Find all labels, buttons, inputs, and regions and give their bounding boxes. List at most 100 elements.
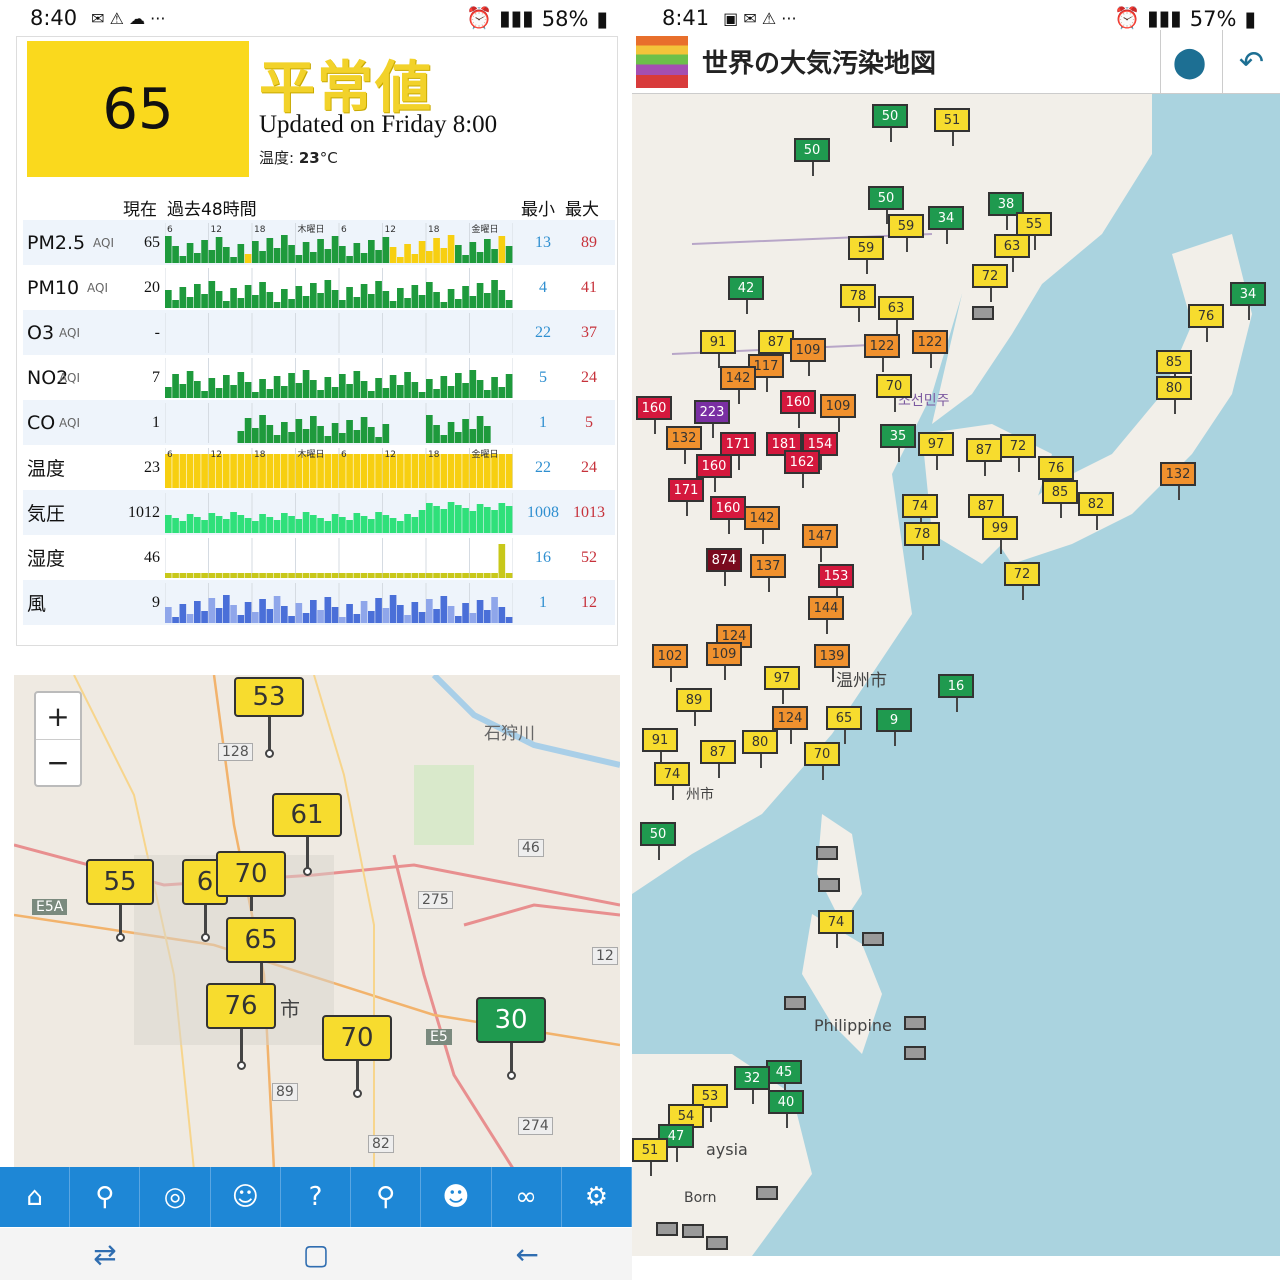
map-station-flag[interactable]: 153: [818, 564, 854, 602]
map-station-flag[interactable]: 59: [888, 214, 924, 252]
map-station-flag[interactable]: 109: [820, 394, 856, 432]
map-station-flag[interactable]: 144: [808, 596, 844, 634]
map-station-flag[interactable]: 9: [876, 708, 912, 746]
map-station-flag[interactable]: 87: [968, 494, 1004, 532]
world-air-map[interactable]: 温州市 Philippine aysia Born 조선민주 州市 50 51 50…: [632, 94, 1280, 1256]
zoom-in-button[interactable]: +: [36, 693, 80, 739]
map-station-flag[interactable]: 87: [966, 438, 1002, 476]
map-station-flag[interactable]: 76: [1038, 456, 1074, 494]
map-station-flag[interactable]: 45: [766, 1060, 802, 1098]
map-station-flag[interactable]: 74: [654, 762, 690, 800]
home-icon[interactable]: ⌂: [0, 1167, 71, 1227]
map-pin-icon[interactable]: ⚲: [70, 1167, 141, 1227]
map-station-flag[interactable]: 63: [994, 234, 1030, 272]
map-station-flag[interactable]: 89: [676, 688, 712, 726]
map-station-flag[interactable]: 85: [1042, 480, 1078, 518]
map-station-flag[interactable]: 122: [912, 330, 948, 368]
map-station-flag-unavailable[interactable]: [656, 1222, 678, 1236]
map-station-pin[interactable]: 70: [216, 851, 286, 911]
map-station-flag[interactable]: 80: [1156, 376, 1192, 414]
map-station-flag[interactable]: 87: [700, 740, 736, 778]
map-station-flag[interactable]: 70: [876, 374, 912, 412]
map-station-flag[interactable]: 142: [744, 506, 780, 544]
map-station-flag[interactable]: 122: [864, 334, 900, 372]
map-station-flag-unavailable[interactable]: [862, 932, 884, 946]
link-icon[interactable]: ∞: [492, 1167, 562, 1227]
mask-icon[interactable]: ☺: [211, 1167, 281, 1227]
map-station-flag[interactable]: 171: [668, 478, 704, 516]
map-station-flag[interactable]: 142: [720, 366, 756, 404]
map-station-flag[interactable]: 51: [632, 1138, 668, 1176]
map-station-flag[interactable]: 97: [764, 666, 800, 704]
map-station-flag[interactable]: 34: [928, 206, 964, 244]
map-station-flag-unavailable[interactable]: [818, 878, 840, 892]
map-station-flag[interactable]: 139: [814, 644, 850, 682]
map-station-flag[interactable]: 70: [804, 742, 840, 780]
search-icon[interactable]: ⚲: [351, 1167, 422, 1227]
map-station-pin[interactable]: 53: [234, 677, 304, 758]
map-station-flag[interactable]: 160: [696, 454, 732, 492]
map-station-flag[interactable]: 74: [902, 494, 938, 532]
map-station-flag[interactable]: 85: [1156, 350, 1192, 388]
globe-icon[interactable]: ◎: [140, 1167, 211, 1227]
map-station-flag[interactable]: 124: [772, 706, 808, 744]
map-station-flag[interactable]: 32: [734, 1066, 770, 1104]
map-station-flag[interactable]: 65: [826, 706, 862, 744]
person-chat-icon[interactable]: ☻: [421, 1167, 492, 1227]
map-station-flag[interactable]: 137: [750, 554, 786, 592]
map-station-flag[interactable]: 72: [1000, 434, 1036, 472]
map-station-flag[interactable]: 87: [758, 330, 794, 368]
map-station-flag[interactable]: 91: [642, 728, 678, 766]
map-station-pin[interactable]: 76: [206, 983, 276, 1070]
map-station-flag[interactable]: 76: [1188, 304, 1224, 342]
map-station-flag[interactable]: 223: [694, 400, 730, 438]
map-station-flag[interactable]: 109: [790, 338, 826, 376]
map-station-flag[interactable]: 78: [904, 522, 940, 560]
map-station-flag[interactable]: 80: [742, 730, 778, 768]
map-station-flag[interactable]: 42: [728, 276, 764, 314]
back-arrow-icon[interactable]: ↶: [1222, 30, 1280, 94]
map-station-flag-unavailable[interactable]: [816, 846, 838, 860]
zoom-out-button[interactable]: −: [36, 739, 80, 785]
map-station-flag[interactable]: 171: [720, 432, 756, 470]
map-station-flag[interactable]: 109: [706, 642, 742, 680]
local-map[interactable]: + − 石狩川 128 46 275 12 89 82 274 E5 E5A 市…: [14, 675, 620, 1170]
map-station-flag[interactable]: 102: [652, 644, 688, 682]
map-station-flag[interactable]: 74: [818, 910, 854, 948]
map-station-flag-unavailable[interactable]: [904, 1046, 926, 1060]
map-station-flag[interactable]: 91: [700, 330, 736, 368]
map-station-flag[interactable]: 50: [640, 822, 676, 860]
map-station-flag[interactable]: 35: [880, 424, 916, 462]
map-station-flag[interactable]: 16: [938, 674, 974, 712]
map-station-pin[interactable]: 30: [476, 997, 546, 1080]
map-station-flag[interactable]: 162: [784, 450, 820, 488]
home-button-icon[interactable]: ▢: [303, 1238, 329, 1271]
map-station-flag[interactable]: 147: [802, 524, 838, 562]
recent-apps-icon[interactable]: ⇄: [93, 1238, 116, 1271]
map-station-flag[interactable]: 51: [934, 108, 970, 146]
map-station-pin[interactable]: 70: [322, 1015, 392, 1098]
map-station-flag[interactable]: 132: [666, 426, 702, 464]
map-station-flag-unavailable[interactable]: [682, 1224, 704, 1238]
map-station-flag[interactable]: 874: [706, 548, 742, 586]
map-station-flag[interactable]: 59: [848, 236, 884, 274]
map-station-pin[interactable]: 55: [86, 859, 154, 942]
map-station-flag[interactable]: 50: [794, 138, 830, 176]
map-station-flag[interactable]: 160: [780, 390, 816, 428]
map-station-flag[interactable]: 40: [768, 1090, 804, 1128]
map-station-flag-unavailable[interactable]: [756, 1186, 778, 1200]
map-station-flag[interactable]: 50: [872, 104, 908, 142]
map-station-flag-unavailable[interactable]: [784, 996, 806, 1010]
map-station-flag[interactable]: 78: [840, 284, 876, 322]
map-station-flag[interactable]: 50: [868, 186, 904, 224]
map-station-pin[interactable]: 65: [226, 917, 296, 983]
map-station-flag[interactable]: 34: [1230, 282, 1266, 320]
map-station-flag[interactable]: 72: [972, 264, 1008, 302]
map-station-flag[interactable]: 63: [878, 296, 914, 334]
map-station-flag[interactable]: 132: [1160, 462, 1196, 500]
gear-icon[interactable]: ⚙: [562, 1167, 632, 1227]
map-station-flag[interactable]: 160: [636, 396, 672, 434]
map-station-flag-unavailable[interactable]: [904, 1016, 926, 1030]
map-station-flag[interactable]: 97: [918, 432, 954, 470]
map-station-flag-unavailable[interactable]: [706, 1236, 728, 1250]
